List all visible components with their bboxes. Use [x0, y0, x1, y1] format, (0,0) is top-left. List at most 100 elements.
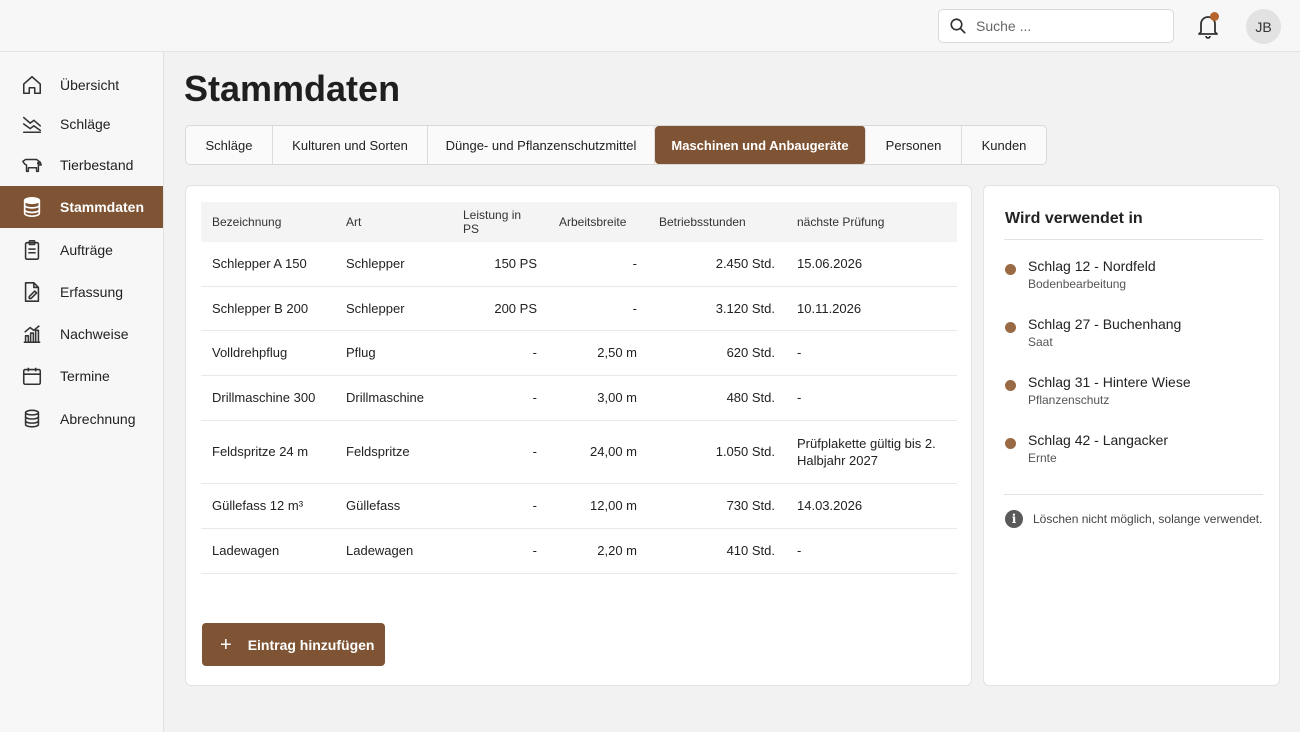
usage-item-subtitle: Saat [1028, 335, 1053, 349]
page-title: Stammdaten [184, 68, 401, 109]
info-icon: i [1005, 510, 1023, 528]
notification-dot [1210, 12, 1219, 21]
sidebar-item-nachweise[interactable]: Nachweise [0, 313, 163, 355]
sidebar-item-stammdaten[interactable]: Stammdaten [0, 186, 163, 228]
usage-item-title: Schlag 27 - Buchenhang [1028, 316, 1182, 332]
sidebar-item-auftraege[interactable]: Aufträge [0, 229, 163, 271]
column-header-leistung[interactable]: Leistung in PS [452, 202, 548, 242]
add-entry-label: Eintrag hinzufügen [247, 636, 375, 653]
coins-icon [24, 409, 40, 428]
column-header-arbeitsbreite[interactable]: Arbeitsbreite [548, 202, 648, 242]
table-row[interactable]: Volldrehpflug Pflug -2,50 m 620 Std. - [201, 330, 957, 376]
cell-arbeitsbreite: - [548, 242, 648, 287]
table-row[interactable]: Drillmaschine 300 Drillmaschine -3,00 m 480… [201, 375, 957, 421]
cell-art: Pflug [335, 330, 452, 376]
cell-leistung: - [452, 528, 548, 574]
tab-kunden[interactable]: Kunden [962, 126, 1046, 164]
divider [1004, 239, 1263, 240]
cell-bezeichnung: Feldspritze 24 m [201, 420, 335, 484]
status-dot [1005, 380, 1016, 391]
table-row[interactable]: Feldspritze 24 m Feldspritze -24,00 m 1.050… [201, 420, 957, 484]
search-icon [950, 18, 966, 34]
cell-arbeitsbreite: 24,00 m [548, 420, 648, 484]
search-box[interactable] [938, 9, 1174, 43]
usage-item-title: Schlag 31 - Hintere Wiese [1028, 374, 1191, 390]
cell-art: Ladewagen [335, 528, 452, 574]
sidebar-item-label: Erfassung [60, 284, 124, 300]
usage-item-title: Schlag 42 - Langacker [1028, 432, 1169, 448]
plus-icon: + [220, 633, 232, 656]
cell-naechste-pruefung: - [786, 330, 957, 376]
sidebar-item-label: Termine [60, 368, 110, 384]
cell-art: Drillmaschine [335, 375, 452, 421]
cell-art: Feldspritze [335, 420, 452, 484]
cell-betriebsstunden: 2.450 Std. [648, 242, 786, 287]
add-entry-button[interactable]: + Eintrag hinzufügen [202, 623, 385, 666]
sidebar-item-label: Abrechnung [60, 411, 136, 427]
tab-personen[interactable]: Personen [866, 126, 962, 164]
cell-naechste-pruefung: 14.03.2026 [786, 483, 957, 529]
cell-art: Güllefass [335, 483, 452, 529]
status-dot [1005, 322, 1016, 333]
cell-leistung: - [452, 483, 548, 529]
search-input[interactable] [976, 18, 1166, 34]
column-header-art[interactable]: Art [335, 202, 452, 242]
cell-leistung: - [452, 375, 548, 421]
table-row[interactable]: Schlepper A 150 Schlepper 150 PS -2.450 Std… [201, 242, 957, 287]
sidebar: Übersicht Schläge Tierbestand Stammdaten… [0, 52, 164, 732]
cell-bezeichnung: Volldrehpflug [201, 330, 335, 376]
tab-bar: Schläge Kulturen und Sorten Dünge- und P… [185, 125, 1047, 165]
column-header-betriebsstunden[interactable]: Betriebsstunden [648, 202, 786, 242]
cell-art: Schlepper [335, 242, 452, 287]
cell-arbeitsbreite: - [548, 286, 648, 331]
cell-naechste-pruefung: 15.06.2026 [786, 242, 957, 287]
cell-leistung: - [452, 420, 548, 484]
sidebar-item-schlaege[interactable]: Schläge [0, 103, 163, 145]
cell-bezeichnung: Drillmaschine 300 [201, 375, 335, 421]
cell-bezeichnung: Schlepper B 200 [201, 286, 335, 331]
cell-leistung: 200 PS [452, 286, 548, 331]
table-row[interactable]: Schlepper B 200 Schlepper 200 PS -3.120 Std… [201, 286, 957, 331]
sidebar-item-tierbestand[interactable]: Tierbestand [0, 144, 163, 186]
cell-leistung: 150 PS [452, 242, 548, 287]
divider [1004, 494, 1263, 495]
sidebar-item-label: Stammdaten [60, 199, 145, 215]
usage-panel: Wird verwendet in Schlag 12 - Nordfeld B… [983, 185, 1280, 686]
cell-bezeichnung: Ladewagen [201, 528, 335, 574]
cell-betriebsstunden: 730 Std. [648, 483, 786, 529]
table-row[interactable]: Güllefass 12 m³ Güllefass -12,00 m 730 Std.… [201, 483, 957, 529]
sidebar-item-label: Nachweise [60, 326, 129, 342]
column-header-bezeichnung[interactable]: Bezeichnung [201, 202, 335, 242]
usage-item-subtitle: Bodenbearbeitung [1028, 277, 1127, 291]
cow-icon [22, 158, 42, 173]
top-bar: JB [0, 0, 1300, 52]
table-header-row: Bezeichnung Art Leistung in PS Arbeitsbr… [201, 202, 957, 242]
table-row[interactable]: Ladewagen Ladewagen -2,20 m 410 Std. - [201, 528, 957, 574]
cell-naechste-pruefung: - [786, 528, 957, 574]
sidebar-item-abrechnung[interactable]: Abrechnung [0, 398, 163, 440]
cell-arbeitsbreite: 2,50 m [548, 330, 648, 376]
cell-betriebsstunden: 410 Std. [648, 528, 786, 574]
sidebar-item-erfassung[interactable]: Erfassung [0, 271, 163, 313]
clipboard-icon [24, 240, 40, 260]
cell-naechste-pruefung: Prüfplakette gültig bis 2. Halbjahr 2027 [786, 420, 957, 484]
tab-kulturen-und-sorten[interactable]: Kulturen und Sorten [273, 126, 428, 164]
tab-duenge-und-pflanzenschutzmittel[interactable]: Dünge- und Pflanzenschutzmittel [428, 126, 655, 164]
avatar[interactable]: JB [1246, 9, 1281, 44]
cell-naechste-pruefung: 10.11.2026 [786, 286, 957, 331]
cell-betriebsstunden: 3.120 Std. [648, 286, 786, 331]
cell-naechste-pruefung: - [786, 375, 957, 421]
cell-betriebsstunden: 620 Std. [648, 330, 786, 376]
status-dot [1005, 438, 1016, 449]
cell-bezeichnung: Schlepper A 150 [201, 242, 335, 287]
cell-arbeitsbreite: 12,00 m [548, 483, 648, 529]
tab-schlaege[interactable]: Schläge [186, 126, 273, 164]
tab-maschinen-und-anbaugeraete[interactable]: Maschinen und Anbaugeräte [655, 126, 866, 164]
usage-item-subtitle: Pflanzenschutz [1028, 393, 1110, 407]
edit-document-icon [24, 282, 40, 302]
sidebar-item-termine[interactable]: Termine [0, 355, 163, 397]
sidebar-item-uebersicht[interactable]: Übersicht [0, 64, 163, 106]
column-header-naechste-pruefung[interactable]: nächste Prüfung [786, 202, 957, 242]
delete-note: i Löschen nicht möglich, solange verwend… [1005, 510, 1262, 528]
machines-table: Bezeichnung Art Leistung in PS Arbeitsbr… [201, 202, 957, 574]
